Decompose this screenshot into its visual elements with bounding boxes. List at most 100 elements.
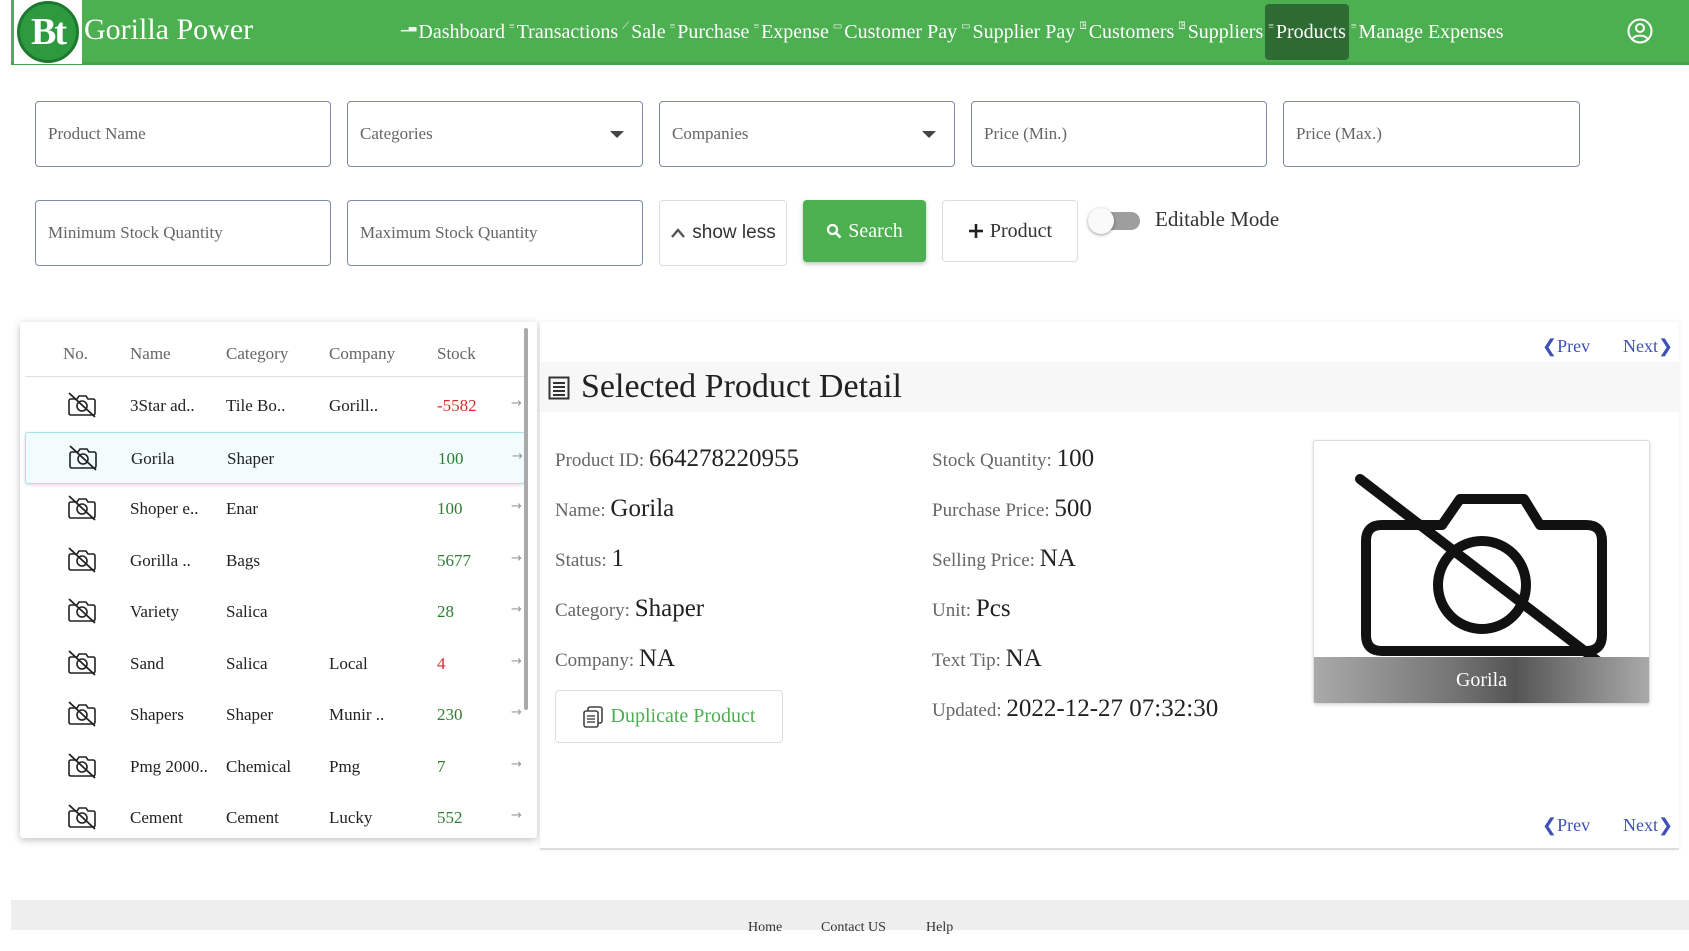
header-no: No. [63, 344, 89, 363]
table-row[interactable]: Shoper e.. Enar 100 → [25, 483, 525, 535]
table-row[interactable]: Pmg 2000.. Chemical Pmg 7 → [25, 741, 525, 793]
arrow-right-icon[interactable]: → [511, 654, 522, 669]
product-name-input[interactable] [48, 102, 330, 166]
footer-link-help[interactable]: Help [926, 920, 953, 936]
logo[interactable]: Bt [14, 0, 82, 64]
nav-item-products[interactable]: ≡ Products [1265, 4, 1349, 60]
list-icon: ≡ [1350, 20, 1357, 32]
nav-item-expense[interactable]: ≡ Expense [751, 4, 830, 60]
product-image-caption: Gorila [1314, 657, 1649, 703]
prev-button-top[interactable]: ❮Prev [1542, 336, 1590, 357]
selling-price-row: Selling Price: NA [932, 545, 1076, 573]
row-name: Cement [130, 808, 183, 827]
min-stock-field[interactable] [35, 200, 331, 266]
plus-icon [968, 224, 983, 238]
nav-item-customer-pay[interactable]: ▭ Customer Pay [831, 4, 959, 60]
purchase-price-label: Purchase Price: [932, 500, 1050, 521]
row-name: Shapers [130, 705, 184, 724]
header-stock[interactable]: Stock [437, 344, 476, 364]
chart-icon: ▁▃ [401, 20, 417, 32]
nav-item-manage-expenses[interactable]: ≡ Manage Expenses [1349, 4, 1506, 60]
show-less-button[interactable]: show less [659, 200, 787, 266]
search-icon [827, 223, 842, 239]
arrow-right-icon[interactable]: → [511, 808, 522, 823]
price-min-field[interactable] [971, 101, 1267, 167]
card-icon: ▭ [961, 20, 971, 32]
nav-item-purchase[interactable]: ≡ Purchase [668, 4, 752, 60]
product-list-panel: No. Name Category Company Stock 3Star ad… [20, 322, 537, 838]
editable-mode-toggle[interactable] [1088, 208, 1144, 234]
min-stock-input[interactable] [48, 201, 330, 265]
max-stock-field[interactable] [347, 200, 643, 266]
list-icon: ≡ [669, 20, 676, 32]
max-stock-input[interactable] [360, 201, 642, 265]
prev-button-bottom[interactable]: ❮Prev [1542, 815, 1590, 836]
nav-item-customers[interactable]: ꖸ Customers [1077, 4, 1176, 60]
price-max-field[interactable] [1283, 101, 1580, 167]
table-row[interactable]: Gorilla .. Bags 5677 → [25, 535, 525, 587]
row-category: Tile Bo.. [226, 396, 286, 415]
user-circle-icon[interactable] [1627, 18, 1653, 44]
people-icon: ꖸ [1178, 20, 1186, 32]
category-label: Category: [555, 600, 630, 621]
row-category: Chemical [226, 756, 292, 776]
nav-label: Dashboard [418, 20, 506, 43]
table-row[interactable]: Shapers Shaper Munir .. 230 → [25, 689, 525, 741]
arrow-right-icon[interactable]: → [511, 551, 522, 566]
no-image-icon [67, 700, 97, 728]
price-min-input[interactable] [984, 102, 1266, 166]
arrow-right-icon[interactable]: → [511, 499, 522, 514]
footer: Home Contact US Help [11, 900, 1689, 935]
top-navbar: Bt Gorilla Power ▁▃ Dashboard ≡ Transactio… [11, 0, 1689, 65]
purchase-price-value: 500 [1054, 495, 1092, 522]
list-scrollbar[interactable] [524, 328, 528, 710]
card-icon: ▭ [832, 20, 843, 32]
arrow-right-icon[interactable]: → [512, 449, 523, 464]
companies-select[interactable]: Companies [659, 101, 955, 167]
detail-title: Selected Product Detail [581, 368, 903, 405]
footer-link-home[interactable]: Home [748, 920, 782, 936]
arrow-right-icon[interactable]: → [511, 705, 522, 720]
table-row[interactable]: Sand Salica Local 4 → [25, 638, 525, 690]
nav-item-suppliers[interactable]: ꖸ Suppliers [1176, 4, 1265, 60]
updated-row: Updated: 2022-12-27 07:32:30 [932, 695, 1218, 723]
no-image-icon [67, 803, 97, 831]
price-max-input[interactable] [1296, 102, 1579, 166]
header-company[interactable]: Company [329, 344, 395, 364]
line-chart-icon: ⟋ [622, 20, 630, 32]
table-row[interactable]: Cement Cement Lucky 552 → [25, 792, 525, 838]
no-image-icon [68, 444, 98, 472]
table-row[interactable]: Variety Salica 28 → [25, 586, 525, 638]
categories-select[interactable]: Categories [347, 101, 643, 167]
row-company: Lucky [329, 808, 373, 827]
dropdown-caret-icon [922, 131, 936, 138]
product-image-card[interactable]: Gorila [1313, 440, 1650, 704]
arrow-right-icon[interactable]: → [511, 396, 522, 411]
table-row[interactable]: Gorila Shaper 100 → [25, 431, 525, 484]
next-button-bottom[interactable]: Next❯ [1623, 815, 1673, 836]
no-image-icon [67, 391, 97, 419]
text-tip-label: Text Tip: [932, 650, 1001, 671]
dropdown-caret-icon [610, 131, 624, 138]
nav-label: Supplier Pay [972, 20, 1076, 43]
header-category[interactable]: Category [226, 344, 288, 364]
add-product-button[interactable]: Product [942, 200, 1078, 262]
nav-item-transactions[interactable]: ≡ Transactions [507, 4, 620, 60]
duplicate-product-button[interactable]: Duplicate Product [555, 690, 783, 743]
next-button-top[interactable]: Next❯ [1623, 336, 1673, 357]
nav-label: Expense [761, 20, 829, 43]
table-row[interactable]: 3Star ad.. Tile Bo.. Gorill.. -5582 → [25, 380, 525, 432]
header-name[interactable]: Name [130, 344, 171, 364]
footer-link-contact[interactable]: Contact US [821, 920, 886, 936]
nav-item-supplier-pay[interactable]: ▭ Supplier Pay [959, 4, 1077, 60]
nav-item-dashboard[interactable]: ▁▃ Dashboard [399, 4, 507, 60]
row-stock: 7 [437, 756, 446, 776]
search-button[interactable]: Search [803, 200, 926, 262]
nav-item-sale[interactable]: ⟋ Sale [620, 4, 667, 60]
arrow-right-icon[interactable]: → [511, 602, 522, 617]
stock-qty-value: 100 [1056, 445, 1095, 472]
product-name-field[interactable] [35, 101, 331, 167]
brand-name[interactable]: Gorilla Power [84, 13, 253, 47]
list-header: No. Name Category Company Stock [25, 322, 525, 377]
arrow-right-icon[interactable]: → [511, 757, 522, 772]
